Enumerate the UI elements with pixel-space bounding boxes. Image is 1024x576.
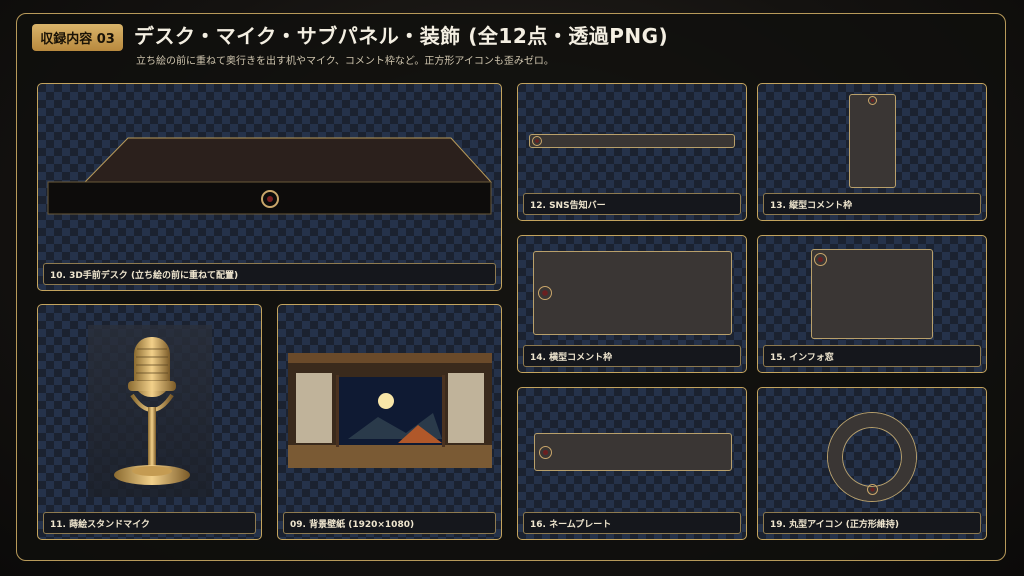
emblem-icon	[814, 253, 827, 266]
card-nameplate: 16. ネームプレート	[517, 387, 747, 540]
card-background: 09. 背景壁紙 (1920×1080)	[277, 304, 502, 540]
emblem-icon	[532, 136, 542, 146]
desk-illustration	[47, 137, 493, 215]
emblem-icon	[538, 286, 552, 300]
card-sns-bar: 12. SNS告知バー	[517, 83, 747, 221]
vertical-comment-graphic	[849, 94, 896, 188]
card-microphone-caption: 11. 蒔絵スタンドマイク	[43, 512, 256, 534]
info-window-graphic	[811, 249, 933, 339]
card-info-window-caption: 15. インフォ窓	[763, 345, 981, 367]
nameplate-graphic	[534, 433, 732, 471]
card-vertical-comment: 13. 縦型コメント枠	[757, 83, 987, 221]
card-desk: 10. 3D手前デスク (立ち絵の前に重ねて配置)	[37, 83, 502, 291]
card-background-caption: 09. 背景壁紙 (1920×1080)	[283, 512, 496, 534]
sns-bar-graphic	[529, 134, 735, 148]
emblem-icon	[867, 484, 878, 495]
background-wallpaper-illustration	[288, 353, 492, 468]
card-vertical-comment-caption: 13. 縦型コメント枠	[763, 193, 981, 215]
card-horizontal-comment: 14. 横型コメント枠	[517, 235, 747, 373]
emblem-icon	[868, 96, 877, 105]
horizontal-comment-graphic	[533, 251, 732, 335]
microphone-illustration	[114, 337, 190, 485]
card-round-icon: 19. 丸型アイコン (正方形維持)	[757, 387, 987, 540]
page-subtitle: 立ち絵の前に重ねて奥行きを出す机やマイク、コメント枠など。正方形アイコンも歪みゼ…	[136, 56, 554, 67]
emblem-icon	[539, 446, 552, 459]
card-nameplate-caption: 16. ネームプレート	[523, 512, 741, 534]
card-sns-bar-caption: 12. SNS告知バー	[523, 193, 741, 215]
card-round-icon-caption: 19. 丸型アイコン (正方形維持)	[763, 512, 981, 534]
section-badge: 収録内容 03	[32, 24, 123, 51]
card-horizontal-comment-caption: 14. 横型コメント枠	[523, 345, 741, 367]
card-desk-caption: 10. 3D手前デスク (立ち絵の前に重ねて配置)	[43, 263, 496, 285]
card-microphone: 11. 蒔絵スタンドマイク	[37, 304, 262, 540]
card-info-window: 15. インフォ窓	[757, 235, 987, 373]
page-title: デスク・マイク・サブパネル・装飾 (全12点・透過PNG)	[134, 24, 669, 48]
